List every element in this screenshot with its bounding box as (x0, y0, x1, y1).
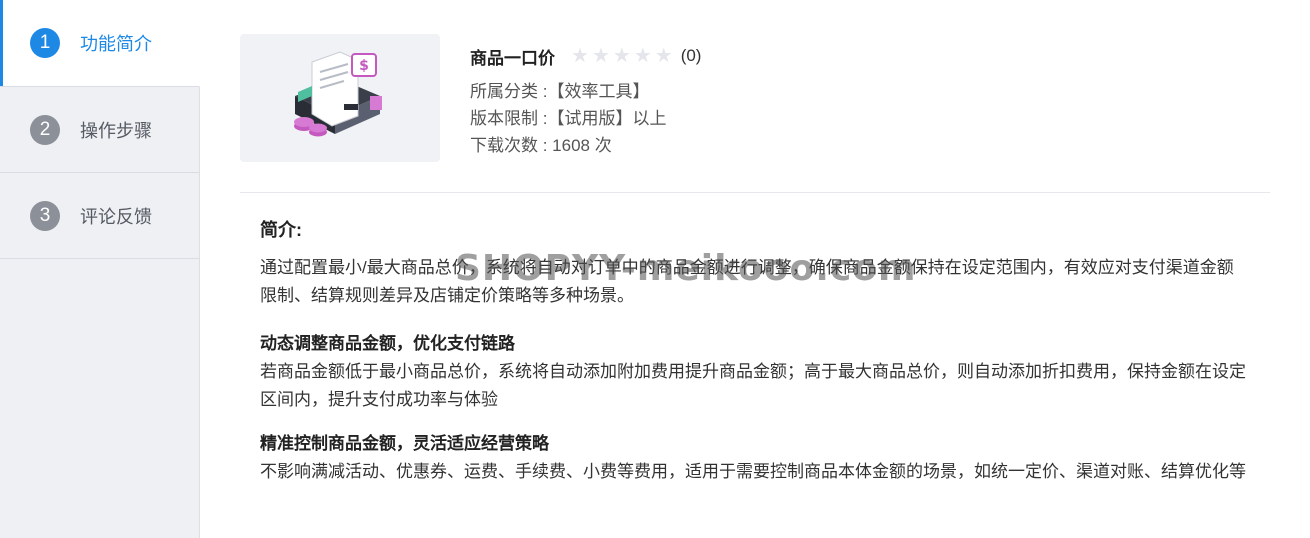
section-heading: 精准控制商品金额，灵活适应经营策略 (260, 434, 549, 453)
rating-count: (0) (680, 46, 702, 65)
sidebar-steps: 1 功能简介 2 操作步骤 3 评论反馈 (0, 0, 200, 538)
step-label: 功能简介 (80, 34, 152, 54)
section-text: 若商品金额低于最小商品总价，系统将自动添加附加费用提升商品金额；高于最大商品总价… (260, 362, 1246, 409)
step-number-badge: 2 (30, 114, 60, 145)
step-label: 评论反馈 (80, 206, 152, 227)
product-info: 商品一口价 ★ ★ ★ ★ ★ (0) 所属分类 :【效率工具】 版本限制 :【… (470, 42, 701, 159)
step-feature-intro[interactable]: 1 功能简介 (0, 0, 200, 87)
star-icon: ★ (633, 45, 652, 67)
product-version-limit: 版本限制 :【试用版】以上 (470, 109, 667, 128)
star-icon: ★ (654, 45, 673, 67)
svg-text:$: $ (359, 58, 369, 74)
product-downloads: 下载次数 : 1608 次 (470, 136, 612, 155)
step-label: 操作步骤 (80, 120, 152, 141)
star-icon: ★ (612, 45, 631, 67)
receipt-illustration-icon: $ (294, 51, 382, 137)
section-text: 不影响满减活动、优惠券、运费、手续费、小费等费用，适用于需要控制商品本体金额的场… (260, 462, 1246, 481)
step-reviews[interactable]: 3 评论反馈 (0, 173, 199, 259)
intro-heading: 简介: (260, 220, 302, 240)
divider (240, 192, 1270, 193)
star-icon: ★ (571, 45, 589, 67)
product-thumbnail: $ (240, 34, 440, 162)
section-heading: 动态调整商品金额，优化支付链路 (260, 334, 515, 353)
product-category: 所属分类 :【效率工具】 (470, 82, 650, 101)
step-operation[interactable]: 2 操作步骤 (0, 87, 199, 173)
step-number-badge: 3 (30, 200, 60, 231)
step-number-badge: 1 (30, 28, 60, 58)
rating-stars: ★ ★ ★ ★ ★ (571, 46, 673, 66)
star-icon: ★ (591, 45, 610, 67)
product-title: 商品一口价 (470, 48, 555, 68)
intro-text: 通过配置最小/最大商品总价，系统将自动对订单中的商品金额进行调整，确保商品金额保… (260, 258, 1234, 305)
intro-content: 简介: 通过配置最小/最大商品总价，系统将自动对订单中的商品金额进行调整，确保商… (260, 216, 1250, 486)
